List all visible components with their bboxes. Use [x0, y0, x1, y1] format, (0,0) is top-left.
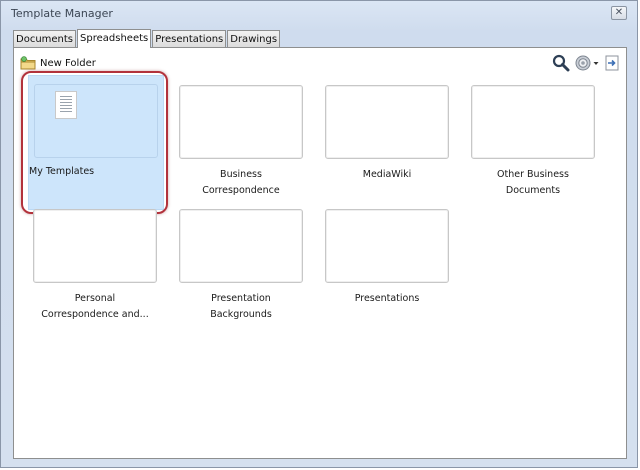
title-bar[interactable]: Template Manager ✕: [1, 1, 637, 27]
window-title: Template Manager: [11, 7, 113, 20]
spreadsheet-thumbnail-icon: [55, 91, 77, 119]
close-icon: ✕: [614, 7, 624, 18]
tab-spreadsheets[interactable]: Spreadsheets: [77, 29, 152, 48]
tab-drawings[interactable]: Drawings: [227, 30, 281, 47]
folder-my-templates[interactable]: My Templates: [28, 75, 164, 210]
templates-panel: New Folder My Templates Business Corresp…: [13, 47, 627, 459]
folder-thumbnail: [34, 84, 158, 158]
new-folder-label: New Folder: [40, 57, 96, 69]
folder-icon: [20, 56, 36, 70]
folder-thumbnail: [179, 85, 303, 159]
folder-business-correspondence[interactable]: Business Correspondence: [177, 85, 305, 199]
folder-label: Personal Correspondence and...: [41, 293, 149, 320]
folder-thumbnail: [325, 209, 449, 283]
folder-label: Business Correspondence: [202, 169, 280, 196]
folder-label: Presentation Backgrounds: [210, 293, 272, 320]
tab-bar: Documents Spreadsheets Presentations Dra…: [13, 29, 281, 48]
folder-presentations[interactable]: Presentations: [323, 209, 451, 307]
tab-documents[interactable]: Documents: [13, 30, 77, 47]
folder-label: MediaWiki: [362, 169, 412, 180]
template-manager-window: Template Manager ✕ Documents Spreadsheet…: [0, 0, 638, 468]
folder-thumbnail: [325, 85, 449, 159]
folder-thumbnail: [33, 209, 157, 283]
folder-other-business-documents[interactable]: Other Business Documents: [469, 85, 597, 199]
search-icon[interactable]: [552, 54, 570, 72]
folder-label: Other Business Documents: [497, 169, 569, 196]
import-icon[interactable]: [604, 54, 620, 72]
folder-label: My Templates: [29, 166, 95, 177]
folder-mediawiki[interactable]: MediaWiki: [323, 85, 451, 183]
new-folder-button[interactable]: New Folder: [20, 54, 96, 72]
folder-presentation-backgrounds[interactable]: Presentation Backgrounds: [177, 209, 305, 323]
gear-icon[interactable]: [574, 54, 592, 72]
folder-personal-correspondence[interactable]: Personal Correspondence and...: [31, 209, 159, 323]
toolbar-right: [548, 52, 620, 74]
tab-presentations[interactable]: Presentations: [152, 30, 227, 47]
folder-label: Presentations: [354, 293, 420, 304]
chevron-down-icon[interactable]: [592, 54, 600, 72]
folder-thumbnail: [179, 209, 303, 283]
folder-thumbnail: [471, 85, 595, 159]
close-button[interactable]: ✕: [611, 6, 627, 20]
